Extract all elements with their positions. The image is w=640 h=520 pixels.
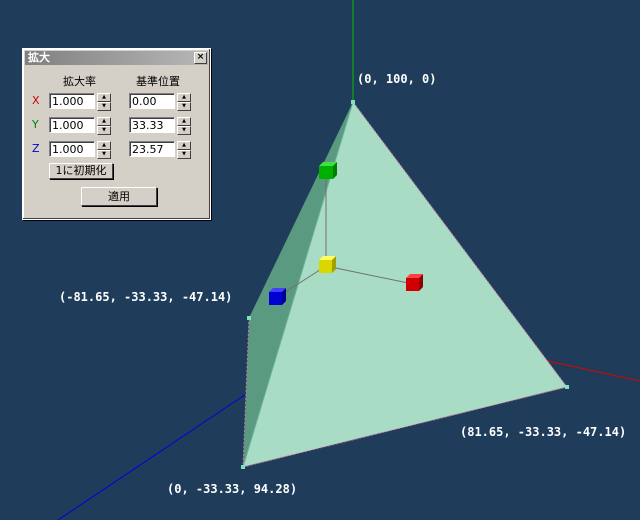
scale-z-input[interactable]: 1.000 (49, 141, 95, 157)
spin-down-icon[interactable]: ▼ (97, 150, 111, 159)
spin-up-icon[interactable]: ▲ (177, 141, 191, 150)
vertex-label-bottom: (0, -33.33, 94.28) (167, 482, 298, 496)
scale-dialog: 拡大 × 拡大率 基準位置 X 1.000 ▲ ▼ 0.00 ▲ ▼ Y 1.000… (22, 48, 211, 220)
spin-down-icon[interactable]: ▼ (97, 126, 111, 135)
gizmo-x-handle[interactable] (406, 274, 423, 291)
scale-x-spinner[interactable]: ▲ ▼ (97, 93, 111, 111)
dialog-title: 拡大 (28, 51, 50, 64)
base-z-spinner[interactable]: ▲ ▼ (177, 141, 191, 159)
dialog-titlebar[interactable]: 拡大 × (25, 51, 208, 65)
close-icon[interactable]: × (194, 52, 207, 64)
axis-label-y: Y (32, 118, 39, 131)
scale-z-spinner[interactable]: ▲ ▼ (97, 141, 111, 159)
spin-down-icon[interactable]: ▼ (177, 102, 191, 111)
spin-up-icon[interactable]: ▲ (97, 93, 111, 102)
axis-label-z: Z (32, 142, 40, 155)
vertex-label-left: (-81.65, -33.33, -47.14) (59, 290, 233, 304)
axis-label-x: X (32, 94, 40, 107)
spin-up-icon[interactable]: ▲ (177, 117, 191, 126)
base-y-spinner[interactable]: ▲ ▼ (177, 117, 191, 135)
vertex-bottom[interactable] (241, 465, 245, 469)
column-header-base: 基準位置 (136, 75, 180, 88)
base-x-spinner[interactable]: ▲ ▼ (177, 93, 191, 111)
column-header-scale: 拡大率 (63, 75, 96, 88)
gizmo-y-handle[interactable] (319, 162, 337, 179)
vertex-label-top: (0, 100, 0) (357, 72, 437, 86)
base-y-input[interactable]: 33.33 (129, 117, 175, 133)
spin-up-icon[interactable]: ▲ (177, 93, 191, 102)
gizmo-center-handle[interactable] (319, 256, 336, 273)
spin-down-icon[interactable]: ▼ (177, 150, 191, 159)
spin-up-icon[interactable]: ▲ (97, 117, 111, 126)
vertex-label-right: (81.65, -33.33, -47.14) (460, 425, 627, 439)
vertex-top[interactable] (351, 100, 355, 104)
spin-down-icon[interactable]: ▼ (97, 102, 111, 111)
apply-button[interactable]: 適用 (81, 187, 157, 206)
spin-up-icon[interactable]: ▲ (97, 141, 111, 150)
reset-button[interactable]: 1に初期化 (49, 163, 113, 179)
scale-x-input[interactable]: 1.000 (49, 93, 95, 109)
base-x-input[interactable]: 0.00 (129, 93, 175, 109)
z-axis-line (57, 377, 271, 520)
gizmo-z-handle[interactable] (269, 288, 286, 305)
vertex-left[interactable] (247, 316, 251, 320)
base-z-input[interactable]: 23.57 (129, 141, 175, 157)
spin-down-icon[interactable]: ▼ (177, 126, 191, 135)
scale-y-spinner[interactable]: ▲ ▼ (97, 117, 111, 135)
scale-y-input[interactable]: 1.000 (49, 117, 95, 133)
vertex-right[interactable] (565, 385, 569, 389)
